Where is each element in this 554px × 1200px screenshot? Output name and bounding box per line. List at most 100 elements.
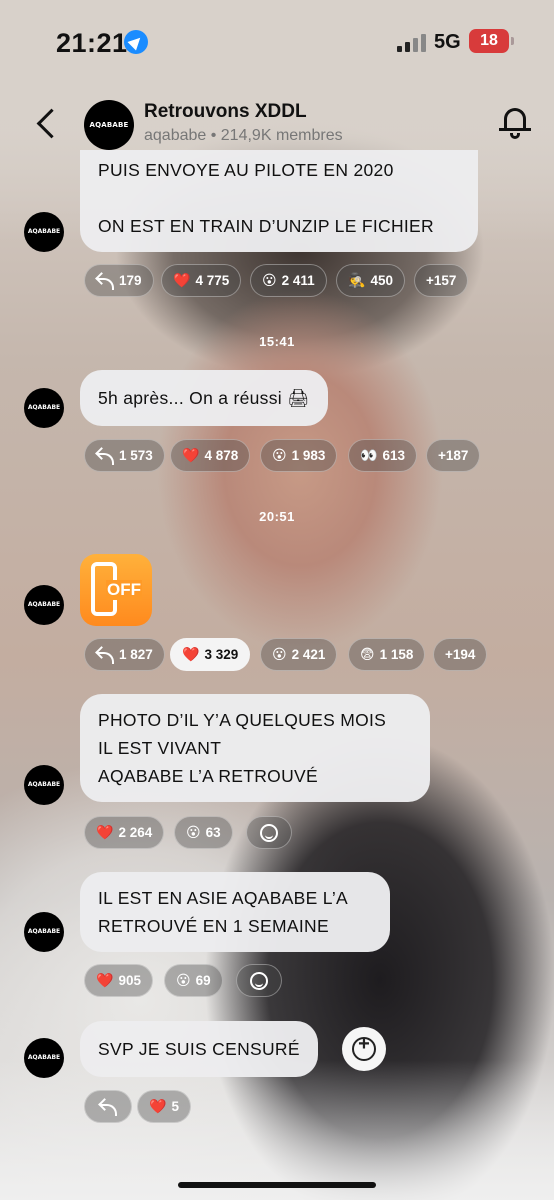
reaction-chip[interactable]: 😮 2 421 <box>260 638 338 671</box>
status-time: 21:21 <box>56 28 128 58</box>
add-reaction-icon <box>260 823 278 842</box>
add-reaction-icon <box>250 971 268 990</box>
reply-arrow-icon <box>96 449 114 465</box>
reaction-chip[interactable]: ❤️ 4 878 <box>170 439 251 472</box>
reaction-count: 2 411 <box>281 273 315 288</box>
reaction-count: 450 <box>370 273 393 288</box>
timestamp: 20:51 <box>259 509 295 524</box>
message-bubble[interactable]: PHOTO D’IL Y’A QUELQUES MOIS IL EST VIVA… <box>80 694 430 802</box>
reaction-count: 5 <box>171 1099 179 1114</box>
reaction-count: 3 329 <box>204 647 239 662</box>
reply-arrow-icon <box>99 1100 117 1116</box>
reply-count-chip[interactable]: 179 <box>84 264 154 297</box>
sender-avatar[interactable]: AQABABE <box>24 585 64 625</box>
sender-avatar[interactable]: AQABABE <box>24 388 64 428</box>
reaction-chip[interactable]: ❤️ 5 <box>137 1090 191 1123</box>
reaction-chip[interactable]: ❤️ 4 775 <box>161 264 242 297</box>
detective-icon: 🕵 <box>348 272 366 288</box>
reaction-count: 1 983 <box>291 448 326 463</box>
more-reactions-chip[interactable]: +157 <box>414 264 469 297</box>
heart-icon: ❤️ <box>149 1098 167 1114</box>
reply-button[interactable] <box>84 1090 132 1123</box>
more-reactions-chip[interactable]: +187 <box>426 439 481 472</box>
message-text: PUIS ENVOYE AU PILOTE EN 2020 <box>98 160 394 180</box>
surprised-face-icon: 😮 <box>176 972 191 988</box>
message-text <box>98 184 460 212</box>
channel-subtitle: aqababe • 214,9K membres <box>144 127 343 144</box>
reaction-count: 2 264 <box>118 825 153 840</box>
reaction-count: 179 <box>119 273 142 288</box>
reaction-chip[interactable]: 😮 63 <box>174 816 233 849</box>
chat-header: AQABABE Retrouvons XDDL aqababe • 214,9K… <box>0 92 554 158</box>
timestamp: 15:41 <box>259 334 295 349</box>
reaction-chip[interactable]: ❤️ 905 <box>84 964 153 997</box>
reply-count-chip[interactable]: 1 827 <box>84 638 165 671</box>
message-text: SVP JE SUIS CENSURÉ <box>98 1039 300 1059</box>
off-label: OFF <box>106 580 142 600</box>
sender-avatar[interactable]: AQABABE <box>24 212 64 252</box>
sender-avatar[interactable]: AQABABE <box>24 912 64 952</box>
reaction-count: 4 878 <box>204 448 239 463</box>
reply-count-chip[interactable]: 1 573 <box>84 439 165 472</box>
heart-icon: ❤️ <box>182 646 200 662</box>
reaction-chip[interactable]: 😮 1 983 <box>260 439 338 472</box>
reaction-count: +187 <box>438 448 469 463</box>
signal-icon <box>397 32 427 52</box>
surprised-face-icon: 😮 <box>272 646 287 662</box>
message-text: IL EST VIVANT <box>98 738 222 758</box>
heart-icon: ❤️ <box>96 972 114 988</box>
eyes-icon: 👀 <box>360 447 378 463</box>
add-reaction-button[interactable] <box>236 964 282 997</box>
reply-arrow-icon <box>96 274 114 290</box>
message-bubble[interactable]: IL EST EN ASIE AQABABE L’A RETROUVÉ EN 1… <box>80 872 390 952</box>
reaction-count: 613 <box>382 448 405 463</box>
heart-icon: ❤️ <box>182 447 200 463</box>
bottom-fade <box>0 1060 554 1200</box>
reaction-count: 4 775 <box>195 273 230 288</box>
reaction-chip[interactable]: 🕵 450 <box>336 264 405 297</box>
reply-arrow-icon <box>96 648 114 664</box>
message-text: AQABABE L’A RETROUVÉ <box>98 766 318 786</box>
reaction-chip[interactable]: ❤️ 2 264 <box>84 816 165 849</box>
message-text: 5h après... On a réussi 🖨 <box>98 388 310 408</box>
reaction-count: 2 421 <box>291 647 326 662</box>
channel-avatar[interactable]: AQABABE <box>84 100 134 150</box>
network-type: 5G <box>434 31 461 53</box>
mobile-phone-off-icon[interactable]: OFF <box>80 554 152 626</box>
reaction-chip[interactable]: 👀 613 <box>348 439 417 472</box>
message-bubble[interactable]: SVP JE SUIS CENSURÉ <box>80 1021 318 1077</box>
reaction-count: 1 827 <box>119 647 153 662</box>
message-text: PHOTO D’IL Y’A QUELQUES MOIS <box>98 710 387 730</box>
bell-icon[interactable] <box>496 104 534 142</box>
sender-avatar[interactable]: AQABABE <box>24 765 64 805</box>
reaction-count: +157 <box>426 273 457 288</box>
reaction-chip[interactable]: 😨 1 158 <box>348 638 426 671</box>
sender-avatar[interactable]: AQABABE <box>24 1038 64 1078</box>
message-text: RETROUVÉ EN 1 SEMAINE <box>98 916 329 936</box>
status-bar: 21:21 5G 18 <box>0 0 554 84</box>
channel-title[interactable]: Retrouvons XDDL <box>144 101 307 123</box>
add-reaction-circle-icon[interactable] <box>342 1027 386 1071</box>
reaction-chip-selected[interactable]: ❤️ 3 329 <box>170 638 251 671</box>
heart-icon: ❤️ <box>173 272 191 288</box>
surprised-face-icon: 😮 <box>262 272 277 288</box>
home-indicator[interactable] <box>178 1182 376 1188</box>
reaction-count: 63 <box>205 825 221 840</box>
message-text: ON EST EN TRAIN D’UNZIP LE FICHIER <box>98 216 434 236</box>
reaction-count: +194 <box>445 647 476 662</box>
reaction-chip[interactable]: 😮 2 411 <box>250 264 327 297</box>
message-bubble[interactable]: PUIS ENVOYE AU PILOTE EN 2020 ON EST EN … <box>80 150 478 252</box>
location-arrow-icon <box>124 30 148 54</box>
add-reaction-button[interactable] <box>246 816 292 849</box>
reaction-count: 1 573 <box>119 448 153 463</box>
back-chevron-icon[interactable] <box>32 104 60 144</box>
reaction-count: 69 <box>195 973 211 988</box>
heart-icon: ❤️ <box>96 824 114 840</box>
message-bubble[interactable]: 5h après... On a réussi 🖨 <box>80 370 328 426</box>
more-reactions-chip[interactable]: +194 <box>433 638 488 671</box>
reaction-count: 905 <box>118 973 141 988</box>
surprised-face-icon: 😮 <box>186 824 201 840</box>
surprised-face-icon: 😮 <box>272 447 287 463</box>
battery-icon: 18 <box>469 29 514 53</box>
reaction-chip[interactable]: 😮 69 <box>164 964 223 997</box>
